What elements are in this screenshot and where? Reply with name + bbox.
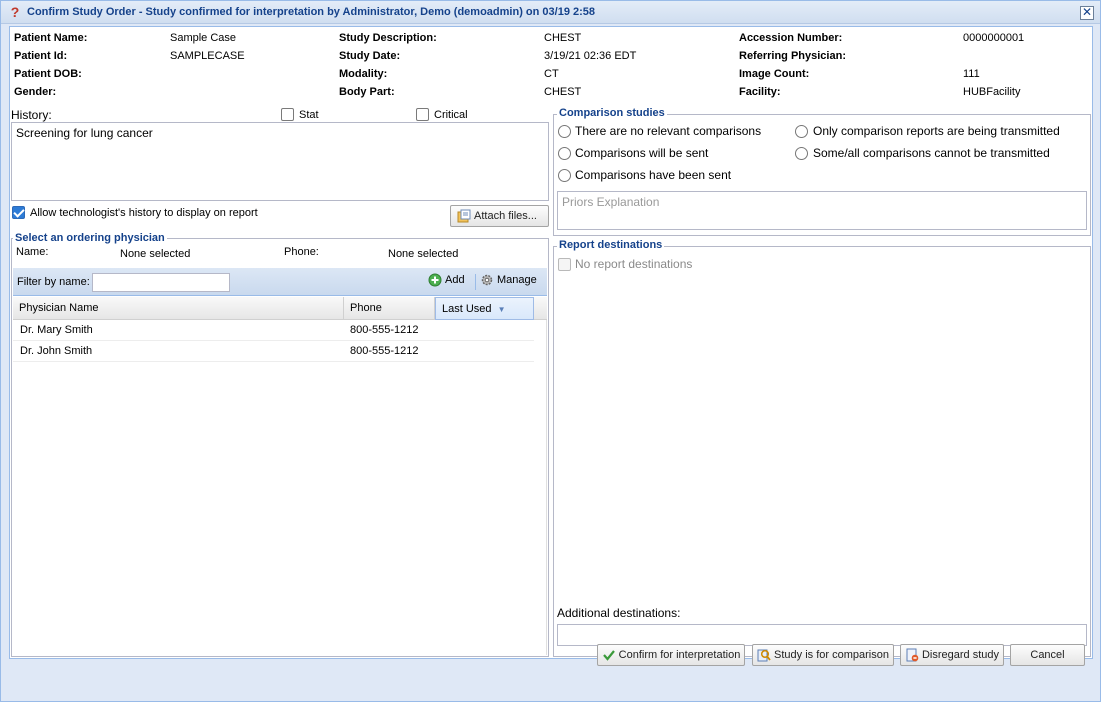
disregard-label: Disregard study	[921, 649, 1000, 661]
physician-phone-label: Phone:	[284, 246, 319, 258]
history-label: History:	[11, 108, 52, 122]
comparison-label: Study is for comparison	[774, 649, 889, 661]
allow-history-label: Allow technologist's history to display …	[30, 207, 258, 219]
help-question-icon: ?	[10, 4, 20, 20]
no-report-destinations-checkbox[interactable]	[558, 258, 571, 271]
image-count-value: 111	[963, 68, 980, 80]
no-report-destinations-label: No report destinations	[575, 257, 693, 271]
radio-label-only-comparison-reports: Only comparison reports are being transm…	[813, 124, 1060, 138]
column-phone[interactable]: Phone	[344, 297, 435, 320]
physician-phone-value: None selected	[388, 248, 459, 260]
dialog-title: Confirm Study Order - Study confirmed fo…	[27, 6, 596, 18]
close-icon[interactable]: ✕	[1080, 6, 1094, 20]
confirm-study-order-dialog: ? Confirm Study Order - Study confirmed …	[0, 0, 1101, 702]
referring-physician-label: Referring Physician:	[739, 50, 846, 62]
disregard-document-icon	[905, 648, 919, 662]
priors-explanation-textarea[interactable]: Priors Explanation	[557, 191, 1087, 230]
report-destinations-fieldset	[553, 246, 1091, 657]
accession-number-value: 0000000001	[963, 32, 1025, 44]
ordering-physician-legend: Select an ordering physician	[13, 232, 167, 244]
radio-label-no-relevant-comparisons: There are no relevant comparisons	[575, 124, 762, 138]
modality-value: CT	[544, 68, 559, 80]
facility-label: Facility:	[739, 86, 781, 98]
physician-phone-cell: 800-555-1212	[350, 345, 419, 357]
last-used-label: Last Used	[442, 303, 492, 315]
cancel-label: Cancel	[1030, 649, 1065, 661]
physician-name-value: None selected	[120, 248, 191, 260]
modality-label: Modality:	[339, 68, 388, 80]
table-row[interactable]: Dr. John Smith 800-555-1212	[13, 341, 534, 362]
radio-only-comparison-reports[interactable]	[795, 125, 808, 138]
gender-label: Gender:	[14, 86, 57, 98]
confirm-for-interpretation-button[interactable]: Confirm for interpretation	[597, 644, 745, 666]
physician-name-cell: Dr. John Smith	[20, 345, 93, 357]
critical-checkbox[interactable]	[416, 108, 429, 121]
dialog-body: Patient Name: Sample Case Patient Id: SA…	[9, 26, 1093, 659]
report-destinations-legend: Report destinations	[557, 239, 665, 251]
study-description-value: CHEST	[544, 32, 582, 44]
toolbar-separator	[475, 274, 476, 290]
physician-grid-body	[13, 320, 547, 655]
study-description-label: Study Description:	[339, 32, 437, 44]
image-count-label: Image Count:	[739, 68, 810, 80]
manage-physicians-button[interactable]: Manage	[480, 273, 537, 287]
comparison-studies-legend: Comparison studies	[557, 107, 667, 119]
additional-destinations-input[interactable]	[557, 624, 1087, 646]
radio-comparisons-cannot-be-transmitted[interactable]	[795, 147, 808, 160]
accession-number-label: Accession Number:	[739, 32, 843, 44]
patient-name-value: Sample Case	[170, 32, 237, 44]
physician-phone-cell: 800-555-1212	[350, 324, 419, 336]
patient-name-label: Patient Name:	[14, 32, 88, 44]
radio-label-comparisons-have-been-sent: Comparisons have been sent	[575, 168, 732, 182]
filter-by-name-label: Filter by name:	[17, 276, 90, 288]
physician-name-cell: Dr. Mary Smith	[20, 324, 93, 336]
additional-destinations-label: Additional destinations:	[557, 606, 681, 620]
manage-label: Manage	[497, 274, 537, 286]
physician-grid-header: Physician Name Phone Last Used ▼	[13, 297, 547, 320]
study-date-label: Study Date:	[339, 50, 401, 62]
confirm-label: Confirm for interpretation	[618, 649, 741, 661]
disregard-study-button[interactable]: Disregard study	[900, 644, 1004, 666]
add-physician-button[interactable]: Add	[428, 273, 465, 287]
add-label: Add	[445, 274, 465, 286]
patient-dob-label: Patient DOB:	[14, 68, 82, 80]
critical-label: Critical	[434, 109, 468, 121]
study-date-value: 3/19/21 02:36 EDT	[544, 50, 637, 62]
attach-files-label: Attach files...	[474, 210, 537, 222]
cancel-button[interactable]: Cancel	[1010, 644, 1085, 666]
checkmark-icon	[602, 648, 616, 662]
stat-checkbox[interactable]	[281, 108, 294, 121]
body-part-value: CHEST	[544, 86, 582, 98]
table-row[interactable]: Dr. Mary Smith 800-555-1212	[13, 320, 534, 341]
radio-no-relevant-comparisons[interactable]	[558, 125, 571, 138]
study-info-grid: Patient Name: Sample Case Patient Id: SA…	[10, 27, 1094, 107]
physician-grid-toolbar: Filter by name: Add Manage	[13, 268, 547, 296]
add-icon	[428, 273, 442, 287]
history-textarea[interactable]: Screening for lung cancer	[11, 122, 549, 201]
study-for-comparison-button[interactable]: Study is for comparison	[752, 644, 894, 666]
attach-files-icon	[457, 209, 471, 223]
patient-id-value: SAMPLECASE	[170, 50, 245, 62]
allow-history-checkbox[interactable]	[12, 206, 25, 219]
radio-label-comparisons-cannot-be-transmitted: Some/all comparisons cannot be transmitt…	[813, 146, 1050, 160]
body-part-label: Body Part:	[339, 86, 395, 98]
dialog-titlebar[interactable]: ? Confirm Study Order - Study confirmed …	[1, 1, 1100, 24]
column-last-used[interactable]: Last Used ▼	[435, 297, 534, 320]
compare-study-icon	[757, 648, 771, 662]
filter-by-name-input[interactable]	[92, 273, 230, 292]
column-physician-name[interactable]: Physician Name	[13, 297, 344, 320]
attach-files-button[interactable]: Attach files...	[450, 205, 549, 227]
radio-label-comparisons-will-be-sent: Comparisons will be sent	[575, 146, 709, 160]
sort-descending-icon: ▼	[497, 305, 506, 314]
gear-icon	[480, 273, 494, 287]
radio-comparisons-will-be-sent[interactable]	[558, 147, 571, 160]
facility-value: HUBFacility	[963, 86, 1021, 98]
patient-id-label: Patient Id:	[14, 50, 68, 62]
stat-label: Stat	[299, 109, 319, 121]
physician-name-label: Name:	[16, 246, 49, 258]
radio-comparisons-have-been-sent[interactable]	[558, 169, 571, 182]
